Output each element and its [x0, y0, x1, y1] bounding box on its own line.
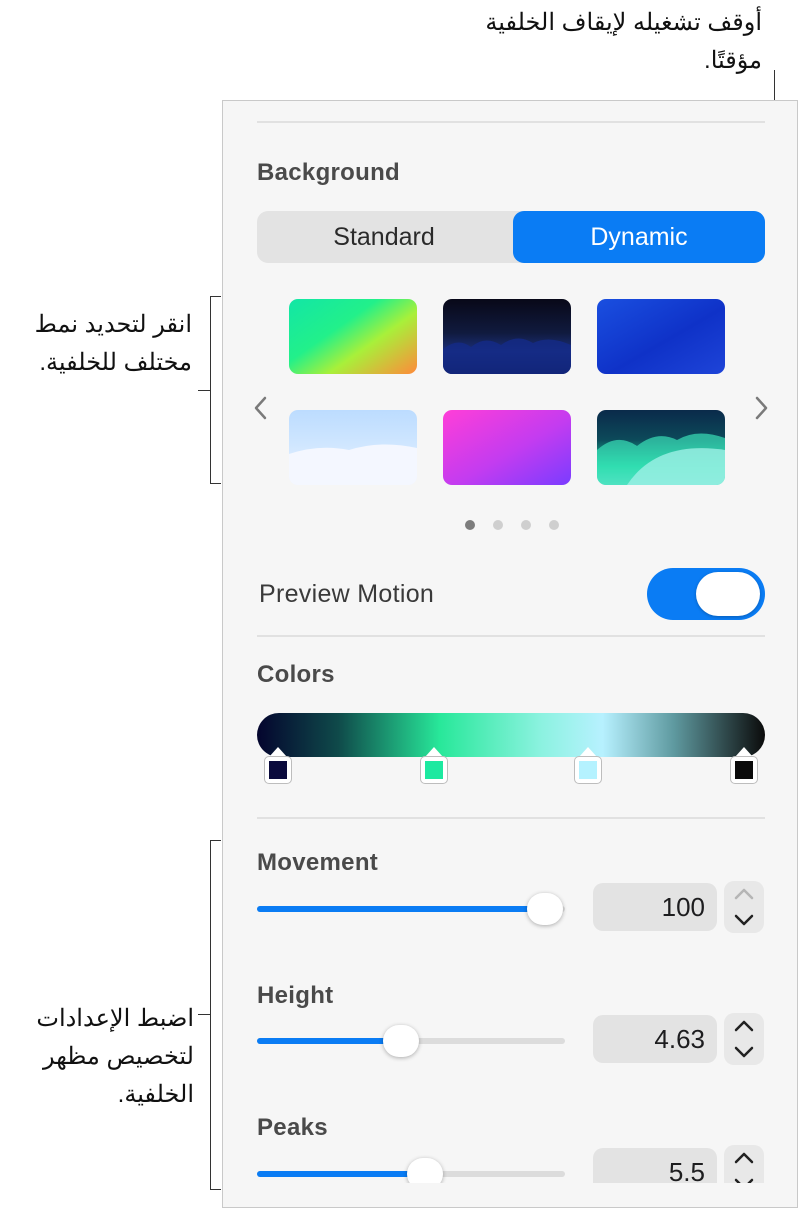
background-section-title: Background: [257, 159, 401, 186]
dynamic-segment[interactable]: Dynamic: [513, 211, 765, 263]
color-stop-pointer: [735, 747, 753, 757]
height-slider-thumb[interactable]: [383, 1025, 419, 1057]
movement-value-field[interactable]: 100: [593, 883, 717, 931]
bracket-settings: [210, 840, 221, 1190]
page-dot-4[interactable]: [549, 520, 559, 530]
height-label: Height: [257, 982, 334, 1009]
height-stepper[interactable]: [724, 1013, 764, 1065]
preview-motion-label: Preview Motion: [259, 580, 435, 608]
color-stop-2[interactable]: [421, 747, 447, 783]
color-gradient-bar[interactable]: [257, 713, 765, 757]
style-swatch-blue[interactable]: [597, 299, 725, 374]
color-stop-1[interactable]: [265, 747, 291, 783]
style-swatch-light-sky[interactable]: [289, 410, 417, 485]
chevron-up-icon[interactable]: [724, 1145, 764, 1171]
movement-slider-thumb[interactable]: [527, 893, 563, 925]
bracket-styles: [210, 296, 221, 484]
color-stop-pointer: [425, 747, 443, 757]
leader-line-settings: [198, 1014, 210, 1015]
callout-pause-background: أوقف تشغيله لإيقاف الخلفية مؤقتًا.: [485, 9, 762, 74]
movement-slider[interactable]: [257, 893, 565, 925]
preview-motion-toggle[interactable]: [647, 568, 765, 620]
color-stop-pointer: [579, 747, 597, 757]
callout-adjust-settings: اضبط الإعدادات لتخصيص مظهر الخلفية.: [36, 1005, 194, 1108]
peaks-slider[interactable]: [257, 1158, 565, 1190]
chevron-left-icon[interactable]: [249, 391, 273, 425]
chevron-down-icon[interactable]: [724, 1039, 764, 1065]
movement-slider-fill: [257, 906, 545, 912]
height-slider[interactable]: [257, 1025, 565, 1057]
color-stop-3[interactable]: [575, 747, 601, 783]
colors-section-title: Colors: [257, 661, 335, 688]
style-swatch-dark-mountains[interactable]: [443, 299, 571, 374]
toggle-knob: [696, 572, 760, 616]
height-value-field[interactable]: 4.63: [593, 1015, 717, 1063]
chevron-up-icon[interactable]: [724, 1013, 764, 1039]
style-swatch-gradient-green[interactable]: [289, 299, 417, 374]
chevron-up-icon[interactable]: [724, 881, 764, 907]
height-slider-fill: [257, 1038, 399, 1044]
style-swatch-aurora[interactable]: [597, 410, 725, 485]
panel-bottom-fade: [223, 1183, 797, 1207]
color-stop-4[interactable]: [731, 747, 757, 783]
color-stop-swatch: [265, 757, 291, 783]
movement-label: Movement: [257, 849, 379, 876]
page-dot-3[interactable]: [521, 520, 531, 530]
color-stop-swatch: [731, 757, 757, 783]
background-inspector-panel: Background Standard Dynamic Preview Moti…: [222, 100, 798, 1208]
movement-stepper[interactable]: [724, 881, 764, 933]
page-dot-1[interactable]: [465, 520, 475, 530]
color-stop-swatch: [575, 757, 601, 783]
page-dot-2[interactable]: [493, 520, 503, 530]
color-stop-pointer: [269, 747, 287, 757]
background-type-segmented-control: Standard Dynamic: [257, 211, 765, 263]
peaks-slider-fill: [257, 1171, 425, 1177]
leader-line-styles: [198, 390, 210, 391]
divider-after-preview: [257, 635, 765, 637]
standard-segment[interactable]: Standard: [257, 211, 511, 263]
chevron-right-icon[interactable]: [749, 391, 773, 425]
style-swatch-magenta[interactable]: [443, 410, 571, 485]
callout-select-style: انقر لتحديد نمط مختلف للخلفية.: [34, 311, 192, 376]
chevron-down-icon[interactable]: [724, 907, 764, 933]
divider-after-colors: [257, 817, 765, 819]
color-stop-swatch: [421, 757, 447, 783]
peaks-label: Peaks: [257, 1114, 328, 1141]
top-divider: [257, 121, 765, 123]
